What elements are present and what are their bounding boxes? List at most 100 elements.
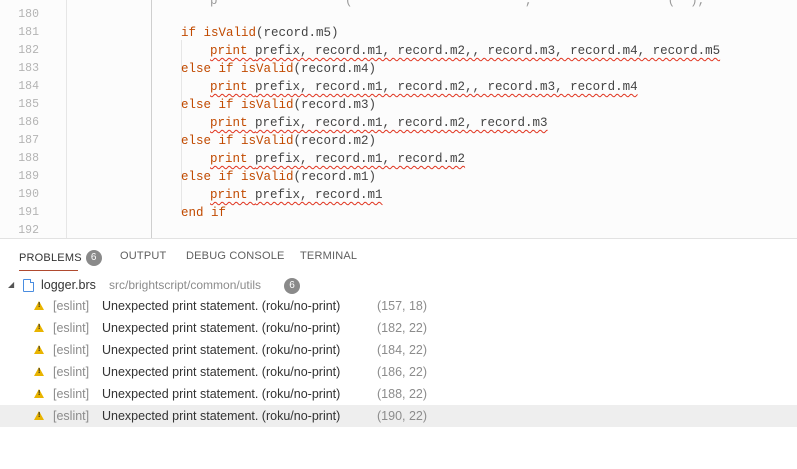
problem-location: (190, 22) — [377, 409, 428, 423]
code-token: else if — [181, 170, 242, 184]
chevron-down-icon[interactable]: ◢ — [8, 275, 14, 295]
code-token: (record.m4) — [293, 62, 377, 76]
line-number: 192 — [18, 224, 39, 237]
tab-problems[interactable]: PROBLEMS 6 — [19, 250, 102, 266]
problem-source: [eslint] — [53, 299, 90, 313]
problem-message: Unexpected print statement. (roku/no-pri… — [102, 343, 341, 357]
line-number: 190 — [18, 188, 39, 201]
code-editor[interactable]: p ( , ( ), ) 180181if isValid(record.m5)… — [0, 0, 797, 238]
code-token: print — [210, 116, 256, 130]
code-line: 182 print prefix, record.m1, record.m2,, … — [0, 42, 797, 60]
code-text: print prefix, record.m1, record.m2 — [210, 150, 465, 168]
problem-item[interactable]: ! [eslint] Unexpected print statement. (ro… — [0, 339, 797, 361]
file-name: logger.brs — [41, 278, 96, 292]
code-line: 187 else if isValid(record.m2) — [0, 132, 797, 150]
code-text: print prefix, record.m1, record.m2, reco… — [210, 114, 548, 132]
code-text: else if isValid(record.m3) — [181, 96, 376, 114]
active-tab-indicator — [19, 270, 78, 271]
code-token: isValid — [241, 62, 294, 76]
problems-count-badge: 6 — [85, 250, 102, 266]
problem-item[interactable]: ! [eslint] Unexpected print statement. (ro… — [0, 405, 797, 427]
problem-source: [eslint] — [53, 387, 90, 401]
problem-message: Unexpected print statement. (roku/no-pri… — [102, 365, 341, 379]
code-text: else if isValid(record.m4) — [181, 60, 376, 78]
problem-source: [eslint] — [53, 365, 90, 379]
problem-item[interactable]: ! [eslint] Unexpected print statement. (ro… — [0, 383, 797, 405]
line-number: 187 — [18, 134, 39, 147]
line-number: 188 — [18, 152, 39, 165]
warning-icon: ! — [34, 301, 44, 310]
code-text: if isValid(record.m5) — [181, 24, 339, 42]
line-number: 182 — [18, 44, 39, 57]
code-token: else if — [181, 134, 242, 148]
code-token: isValid — [241, 98, 294, 112]
code-text: print prefix, record.m1, record.m2,, rec… — [210, 78, 638, 96]
code-text: print prefix, record.m1 — [210, 186, 383, 204]
line-number: 191 — [18, 206, 39, 219]
warning-icon: ! — [34, 411, 44, 420]
problem-message: Unexpected print statement. (roku/no-pri… — [102, 299, 341, 313]
code-token: prefix, record.m1, record.m2, record.m3 — [255, 116, 548, 130]
code-line: 190 print prefix, record.m1 — [0, 186, 797, 204]
problem-item[interactable]: ! [eslint] Unexpected print statement. (ro… — [0, 295, 797, 317]
warning-icon: ! — [34, 345, 44, 354]
code-token: prefix, record.m1, record.m2,, record.m3… — [255, 44, 721, 58]
problem-source: [eslint] — [53, 321, 90, 335]
code-line: 185 else if isValid(record.m3) — [0, 96, 797, 114]
code-token: isValid — [241, 170, 294, 184]
code-token: print — [210, 80, 256, 94]
problem-message: Unexpected print statement. (roku/no-pri… — [102, 321, 341, 335]
line-number: 181 — [18, 26, 39, 39]
problem-message: Unexpected print statement. (roku/no-pri… — [102, 409, 341, 423]
code-text: end if — [181, 204, 226, 222]
panel-tabs: PROBLEMS 6 OUTPUT DEBUG CONSOLE TERMINAL — [0, 239, 797, 273]
tab-terminal[interactable]: TERMINAL — [300, 250, 357, 262]
code-token: else if — [181, 62, 242, 76]
problem-location: (182, 22) — [377, 321, 428, 335]
code-token: print — [210, 44, 256, 58]
code-token: (record.m3) — [293, 98, 377, 112]
problem-location: (188, 22) — [377, 387, 428, 401]
tab-output[interactable]: OUTPUT — [120, 250, 166, 262]
problem-item[interactable]: ! [eslint] Unexpected print statement. (ro… — [0, 361, 797, 383]
file-problem-count: 6 — [284, 278, 300, 294]
problem-source: [eslint] — [53, 343, 90, 357]
code-token: else if — [181, 98, 242, 112]
code-line: 191 end if — [0, 204, 797, 222]
code-token: prefix, record.m1, record.m2 — [255, 152, 466, 166]
code-token: prefix, record.m1, record.m2,, record.m3… — [255, 80, 638, 94]
code-token: if — [181, 26, 204, 40]
problem-location: (184, 22) — [377, 343, 428, 357]
tab-debug-console[interactable]: DEBUG CONSOLE — [186, 250, 285, 262]
code-line: 188 print prefix, record.m1, record.m2 — [0, 150, 797, 168]
code-token: print — [210, 152, 256, 166]
code-text: else if isValid(record.m1) — [181, 168, 376, 186]
code-text: print prefix, record.m1, record.m2,, rec… — [210, 42, 720, 60]
code-text: else if isValid(record.m2) — [181, 132, 376, 150]
code-line: 186 print prefix, record.m1, record.m2, r… — [0, 114, 797, 132]
code-token: (record.m5) — [256, 26, 339, 40]
file-icon — [23, 279, 34, 292]
warning-icon: ! — [34, 323, 44, 332]
code-line: 192 — [0, 222, 797, 238]
code-line: 189 else if isValid(record.m1) — [0, 168, 797, 186]
line-number: 185 — [18, 98, 39, 111]
problem-source: [eslint] — [53, 409, 90, 423]
warning-icon: ! — [34, 367, 44, 376]
code-token: print — [210, 188, 256, 202]
line-number: 189 — [18, 170, 39, 183]
problem-item[interactable]: ! [eslint] Unexpected print statement. (ro… — [0, 317, 797, 339]
problems-file-group[interactable]: ◢ logger.brs src/brightscript/common/uti… — [0, 275, 797, 295]
code-token: isValid — [203, 26, 257, 40]
line-number: 183 — [18, 62, 39, 75]
code-token: prefix, record.m1 — [255, 188, 383, 202]
code-line: 181 if isValid(record.m5) — [0, 24, 797, 42]
code-token: (record.m2) — [293, 134, 377, 148]
code-line: 180 — [0, 6, 797, 24]
line-number: 180 — [18, 8, 39, 21]
warning-icon: ! — [34, 389, 44, 398]
file-path: src/brightscript/common/utils — [109, 278, 262, 292]
problem-location: (157, 18) — [377, 299, 428, 313]
line-number: 186 — [18, 116, 39, 129]
bottom-panel: PROBLEMS 6 OUTPUT DEBUG CONSOLE TERMINAL … — [0, 238, 797, 469]
